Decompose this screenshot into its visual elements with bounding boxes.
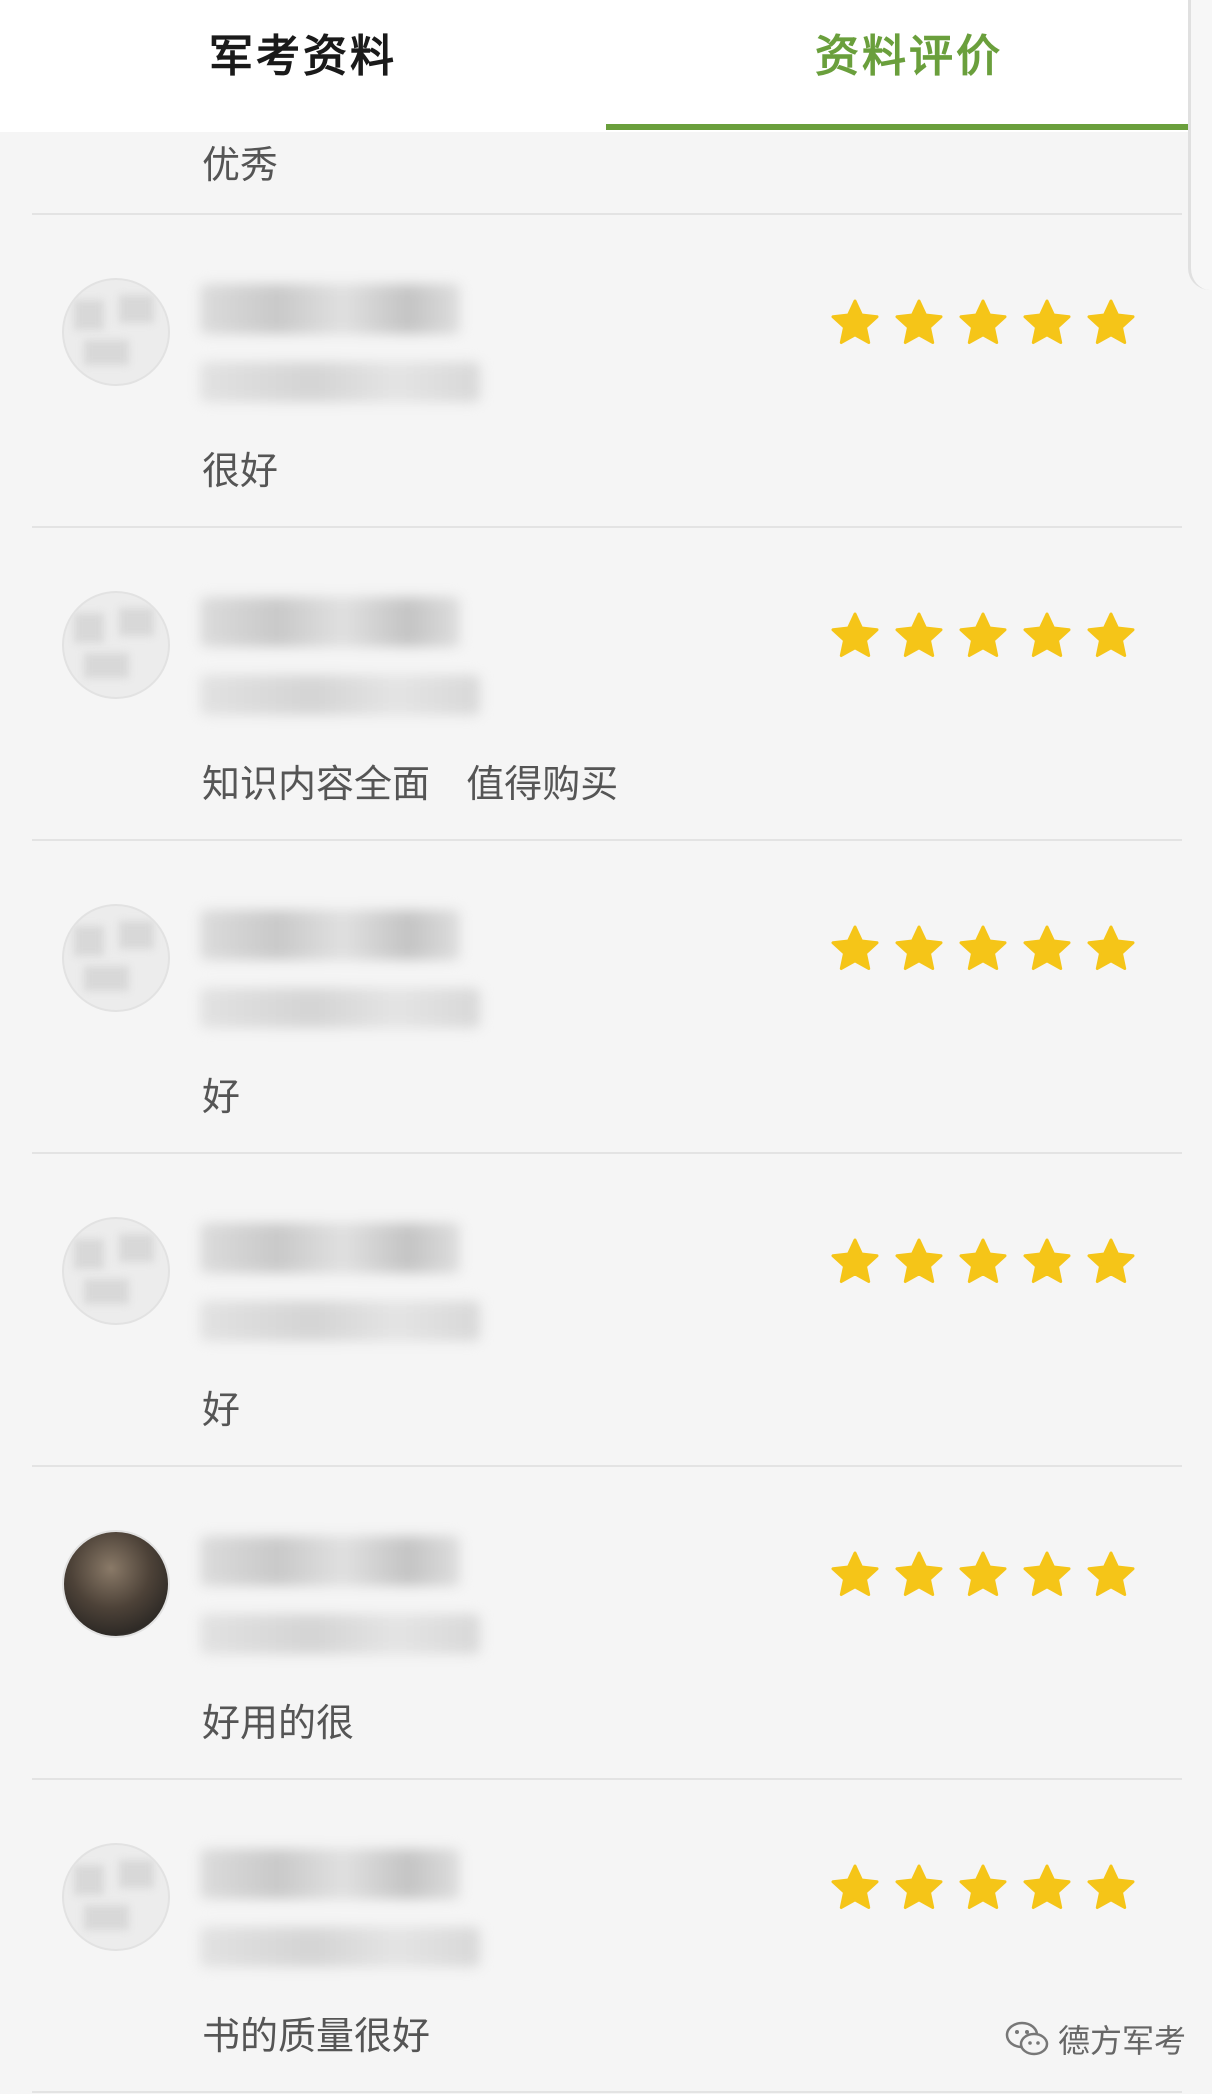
star-rating: [830, 298, 1136, 348]
review-item: 很好: [0, 214, 1212, 526]
tab-material-reviews[interactable]: 资料评价: [606, 0, 1212, 132]
star-icon: [1023, 299, 1071, 344]
review-date-redacted: [200, 675, 480, 715]
blurred-avatar-icon[interactable]: [62, 278, 170, 386]
username-redacted: [200, 597, 460, 647]
tab-bar: 军考资料 资料评价: [0, 0, 1212, 132]
review-item: 知识内容全面 值得购买: [0, 527, 1212, 839]
photo-avatar-icon[interactable]: [62, 1530, 170, 1638]
tab-exam-materials[interactable]: 军考资料: [0, 0, 606, 132]
blurred-avatar-icon[interactable]: [62, 591, 170, 699]
star-icon: [1087, 1238, 1135, 1283]
watermark-text: 德方军考: [1058, 2022, 1187, 2060]
page: 军考资料 资料评价 优秀 很好 知识内容全面 值得购买好好好用的很 书的质量很好 德…: [0, 0, 1212, 2094]
star-icon: [831, 1864, 879, 1909]
star-icon: [1087, 1551, 1135, 1596]
star-icon: [959, 925, 1007, 970]
star-icon: [959, 1551, 1007, 1596]
review-date-redacted: [200, 988, 480, 1028]
username-redacted: [200, 1536, 460, 1586]
review-item: 好用的很: [0, 1466, 1212, 1778]
active-tab-indicator: [606, 124, 1206, 130]
review-item: 好: [0, 1153, 1212, 1465]
star-icon: [895, 1551, 943, 1596]
review-comment: 优秀: [202, 143, 279, 187]
star-icon: [895, 299, 943, 344]
blurred-avatar-icon[interactable]: [62, 1217, 170, 1325]
star-icon: [831, 299, 879, 344]
star-icon: [895, 612, 943, 657]
review-comment: 好: [202, 1388, 241, 1432]
username-redacted: [200, 1849, 460, 1899]
review-comment: 好用的很: [202, 1701, 355, 1745]
review-comment: 好: [202, 1075, 241, 1119]
review-comment: 很好: [202, 449, 279, 493]
username-redacted: [200, 284, 460, 334]
blurred-avatar-icon[interactable]: [62, 904, 170, 1012]
review-comment: 书的质量很好: [202, 2014, 431, 2058]
star-icon: [959, 1864, 1007, 1909]
star-icon: [959, 299, 1007, 344]
star-icon: [959, 1238, 1007, 1283]
review-date-redacted: [200, 1301, 480, 1341]
star-rating: [830, 1550, 1136, 1600]
star-icon: [1023, 925, 1071, 970]
watermark: 德方军考: [1004, 2016, 1186, 2062]
review-comment: 知识内容全面 值得购买: [202, 762, 619, 806]
star-icon: [831, 925, 879, 970]
star-icon: [895, 1864, 943, 1909]
review-date-redacted: [200, 362, 480, 402]
star-rating: [830, 924, 1136, 974]
star-icon: [831, 1551, 879, 1596]
star-icon: [831, 612, 879, 657]
star-icon: [831, 1238, 879, 1283]
blurred-avatar-icon[interactable]: [62, 1843, 170, 1951]
star-icon: [1023, 1864, 1071, 1909]
star-icon: [1087, 299, 1135, 344]
star-icon: [1087, 612, 1135, 657]
username-redacted: [200, 1223, 460, 1273]
star-icon: [959, 612, 1007, 657]
star-icon: [1087, 1864, 1135, 1909]
divider: [32, 2091, 1182, 2093]
star-rating: [830, 1863, 1136, 1913]
star-icon: [895, 925, 943, 970]
star-icon: [1087, 925, 1135, 970]
star-icon: [895, 1238, 943, 1283]
review-date-redacted: [200, 1614, 480, 1654]
star-icon: [1023, 1238, 1071, 1283]
star-rating: [830, 1237, 1136, 1287]
star-rating: [830, 611, 1136, 661]
username-redacted: [200, 910, 460, 960]
star-icon: [1023, 1551, 1071, 1596]
review-item: 好: [0, 840, 1212, 1152]
wechat-icon: [1005, 2021, 1049, 2056]
star-icon: [1023, 612, 1071, 657]
review-date-redacted: [200, 1927, 480, 1967]
